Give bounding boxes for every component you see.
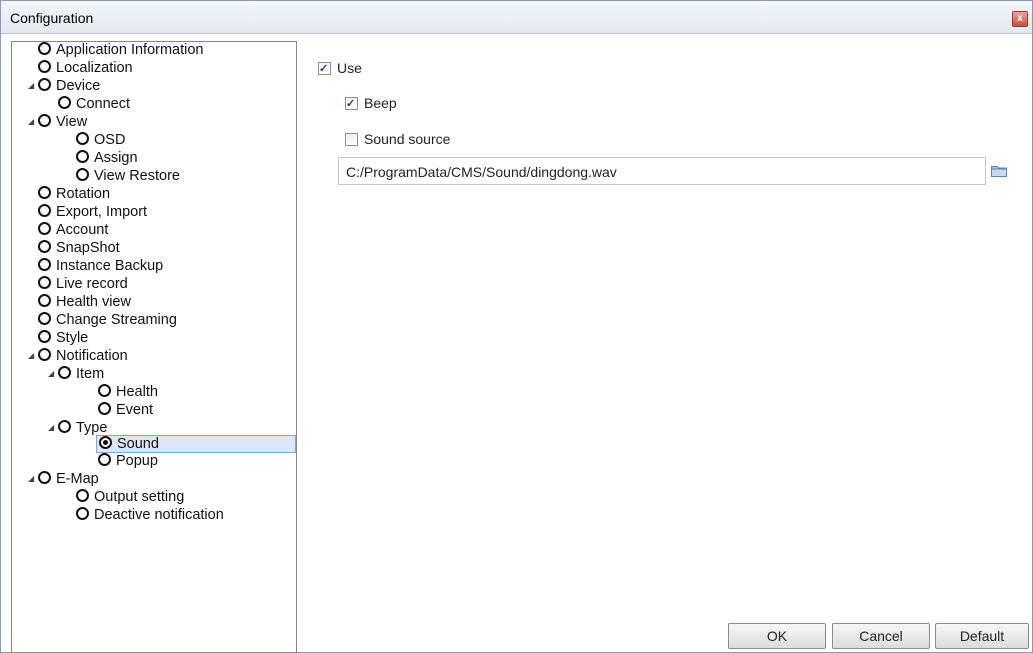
tree-item-snapshot[interactable]: SnapShot <box>38 239 120 258</box>
cancel-button[interactable]: Cancel <box>832 623 930 649</box>
tree-item-localization[interactable]: Localization <box>38 59 133 78</box>
radio-icon <box>38 221 51 235</box>
radio-icon <box>38 113 51 127</box>
tree-item-instance-backup[interactable]: Instance Backup <box>38 257 163 276</box>
expand-arrow-icon[interactable]: ◢ <box>48 370 56 378</box>
beep-checkbox-row[interactable]: Beep <box>345 94 397 113</box>
use-checkbox[interactable] <box>318 60 331 78</box>
radio-icon <box>76 488 89 502</box>
tree-item-style[interactable]: Style <box>38 329 88 348</box>
radio-icon <box>38 77 51 91</box>
tree-item-notification[interactable]: ◢ Notification <box>28 347 128 366</box>
radio-icon <box>58 95 71 109</box>
tree-item-popup[interactable]: Popup <box>98 452 158 471</box>
config-tree: Application Information Localization ◢ D… <box>11 41 297 653</box>
expand-arrow-icon[interactable]: ◢ <box>28 352 36 360</box>
radio-icon <box>38 293 51 307</box>
default-button[interactable]: Default <box>935 623 1029 649</box>
radio-icon <box>38 239 51 253</box>
radio-icon <box>38 185 51 199</box>
tree-item-output-setting[interactable]: Output setting <box>76 488 184 507</box>
radio-icon <box>58 365 71 379</box>
tree-item-application-information[interactable]: Application Information <box>38 42 204 60</box>
tree-item-assign[interactable]: Assign <box>76 149 138 168</box>
radio-icon <box>38 257 51 271</box>
radio-icon <box>38 470 51 484</box>
tree-item-osd[interactable]: OSD <box>76 131 125 150</box>
radio-icon <box>38 203 51 217</box>
use-checkbox-row[interactable]: Use <box>318 59 362 78</box>
radio-icon <box>76 131 89 145</box>
tree-item-device[interactable]: ◢ Device <box>28 77 100 96</box>
radio-icon <box>38 42 51 55</box>
beep-label: Beep <box>364 95 397 111</box>
radio-icon <box>38 311 51 325</box>
tree-item-sound[interactable]: Sound <box>96 435 296 453</box>
radio-icon <box>76 149 89 163</box>
radio-icon <box>98 452 111 466</box>
radio-icon <box>76 506 89 520</box>
tree-item-view-restore[interactable]: View Restore <box>76 167 180 186</box>
tree-item-deactive-notification[interactable]: Deactive notification <box>76 506 224 525</box>
tree-item-view[interactable]: ◢ View <box>28 113 87 132</box>
beep-checkbox[interactable] <box>345 95 358 113</box>
ok-button[interactable]: OK <box>728 623 826 649</box>
radio-icon <box>98 383 111 397</box>
expand-arrow-icon[interactable]: ◢ <box>28 82 36 90</box>
tree-item-export-import[interactable]: Export, Import <box>38 203 147 222</box>
configuration-window: Configuration x Application Information … <box>0 0 1033 653</box>
radio-icon <box>76 167 89 181</box>
radio-icon <box>38 347 51 361</box>
radio-icon <box>58 419 71 433</box>
sound-path-field[interactable]: C:/ProgramData/CMS/Sound/dingdong.wav <box>338 157 986 185</box>
radio-icon <box>38 329 51 343</box>
tree-item-connect[interactable]: Connect <box>58 95 130 114</box>
radio-icon <box>38 275 51 289</box>
tree-item-emap[interactable]: ◢ E-Map <box>28 470 99 489</box>
radio-selected-icon <box>99 435 112 449</box>
radio-icon <box>98 401 111 415</box>
tree-item-rotation[interactable]: Rotation <box>38 185 110 204</box>
tree-item-event[interactable]: Event <box>98 401 153 420</box>
window-title: Configuration <box>10 10 94 26</box>
use-label: Use <box>337 60 362 76</box>
sound-source-label: Sound source <box>364 131 451 147</box>
close-icon[interactable]: x <box>1012 11 1028 27</box>
tree-item-item[interactable]: ◢ Item <box>48 365 104 384</box>
sound-source-checkbox-row[interactable]: Sound source <box>345 130 450 148</box>
tree-item-health[interactable]: Health <box>98 383 158 402</box>
tree-item-change-streaming[interactable]: Change Streaming <box>38 311 177 330</box>
expand-arrow-icon[interactable]: ◢ <box>48 424 56 432</box>
sound-source-checkbox[interactable] <box>345 132 358 146</box>
expand-arrow-icon[interactable]: ◢ <box>28 475 36 483</box>
tree-item-live-record[interactable]: Live record <box>38 275 128 294</box>
tree-item-account[interactable]: Account <box>38 221 108 240</box>
title-bar: Configuration x <box>1 1 1032 34</box>
tree-item-health-view[interactable]: Health view <box>38 293 131 312</box>
folder-icon[interactable] <box>991 165 1007 177</box>
expand-arrow-icon[interactable]: ◢ <box>28 118 36 126</box>
radio-icon <box>38 59 51 73</box>
